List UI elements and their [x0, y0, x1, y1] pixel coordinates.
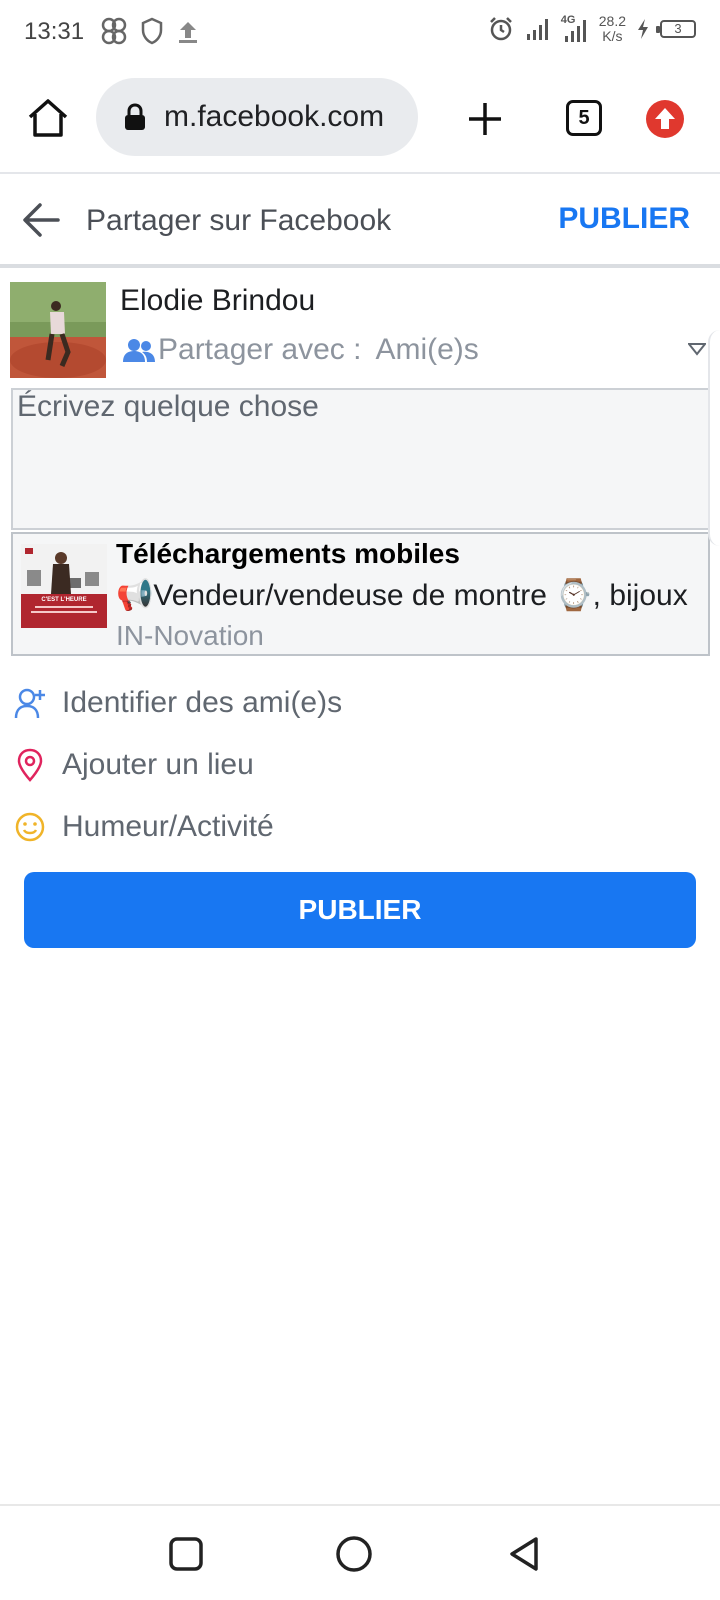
tag-friends-label: Identifier des ami(e)s — [62, 686, 343, 719]
url-text: m.facebook.com — [164, 100, 385, 133]
status-bar: 13:31 4G 28.2 K/s 3 — [0, 0, 720, 64]
mood-activity-row[interactable]: Humeur/Activité — [0, 796, 720, 858]
back-arrow-icon[interactable] — [20, 200, 62, 240]
signal-4g-icon: 4G — [561, 14, 589, 44]
link-preview-card[interactable]: C'EST L'HEURE Téléchargements mobiles 📢V… — [11, 532, 710, 656]
publish-button[interactable]: PUBLIER — [24, 872, 696, 948]
mood-activity-label: Humeur/Activité — [62, 810, 274, 843]
audience-value: Ami(e)s — [375, 333, 479, 366]
smiley-icon — [15, 812, 45, 842]
add-location-row[interactable]: Ajouter un lieu — [0, 734, 720, 796]
signal-icon — [526, 19, 548, 40]
network-speed: 28.2 K/s — [599, 14, 626, 44]
shield-icon — [141, 17, 163, 45]
upload-icon — [179, 22, 197, 43]
composer-user: Elodie Brindou Partager avec : Ami(e)s — [10, 282, 710, 378]
chevron-down-icon — [688, 343, 706, 356]
add-location-label: Ajouter un lieu — [62, 748, 254, 781]
user-name: Elodie Brindou — [120, 284, 316, 317]
lock-icon — [125, 103, 145, 130]
post-text-input[interactable] — [11, 388, 710, 530]
link-preview-description: 📢Vendeur/vendeuse de montre ⌚, bijoux — [116, 579, 688, 612]
publish-header-button[interactable]: PUBLIER — [558, 202, 690, 236]
avatar[interactable] — [10, 282, 106, 378]
battery-icon: 3 — [656, 20, 696, 38]
location-pin-icon — [17, 748, 43, 782]
audience-label: Partager avec : — [158, 333, 362, 366]
link-preview-thumbnail: C'EST L'HEURE — [21, 544, 107, 628]
system-nav-bar — [0, 1504, 720, 1600]
recents-square-icon[interactable] — [166, 1534, 206, 1574]
link-preview-source: IN-Novation — [116, 620, 264, 651]
friends-icon — [123, 339, 155, 362]
plus-icon[interactable] — [466, 100, 504, 138]
update-icon[interactable] — [646, 100, 684, 138]
status-left-icons — [100, 16, 200, 46]
network-speed-unit: K/s — [602, 28, 623, 44]
composer-actions: Identifier des ami(e)s Ajouter un lieu H… — [0, 672, 720, 858]
home-icon[interactable] — [26, 96, 70, 140]
browser-toolbar: m.facebook.com 5 — [0, 64, 720, 174]
side-panel-edge[interactable] — [708, 330, 720, 546]
address-bar[interactable]: m.facebook.com — [96, 78, 418, 156]
audience-selector[interactable]: Partager avec : Ami(e)s — [122, 330, 712, 370]
pinwheel-icon — [101, 17, 127, 45]
home-circle-icon[interactable] — [334, 1534, 374, 1574]
page-title: Partager sur Facebook — [86, 204, 392, 237]
charging-icon — [638, 19, 648, 39]
thumbnail-caption: C'EST L'HEURE — [41, 597, 87, 603]
share-header: Partager sur Facebook PUBLIER — [0, 176, 720, 268]
link-preview-title: Téléchargements mobiles — [116, 538, 460, 569]
tabs-icon[interactable]: 5 — [566, 100, 602, 136]
network-speed-value: 28.2 — [598, 13, 626, 29]
tag-friends-icon — [14, 688, 45, 719]
back-triangle-icon[interactable] — [504, 1534, 544, 1574]
status-time: 13:31 — [24, 18, 85, 45]
status-right-icons: 4G 28.2 K/s 3 — [487, 14, 696, 44]
tag-friends-row[interactable]: Identifier des ami(e)s — [0, 672, 720, 734]
alarm-icon — [489, 17, 512, 41]
